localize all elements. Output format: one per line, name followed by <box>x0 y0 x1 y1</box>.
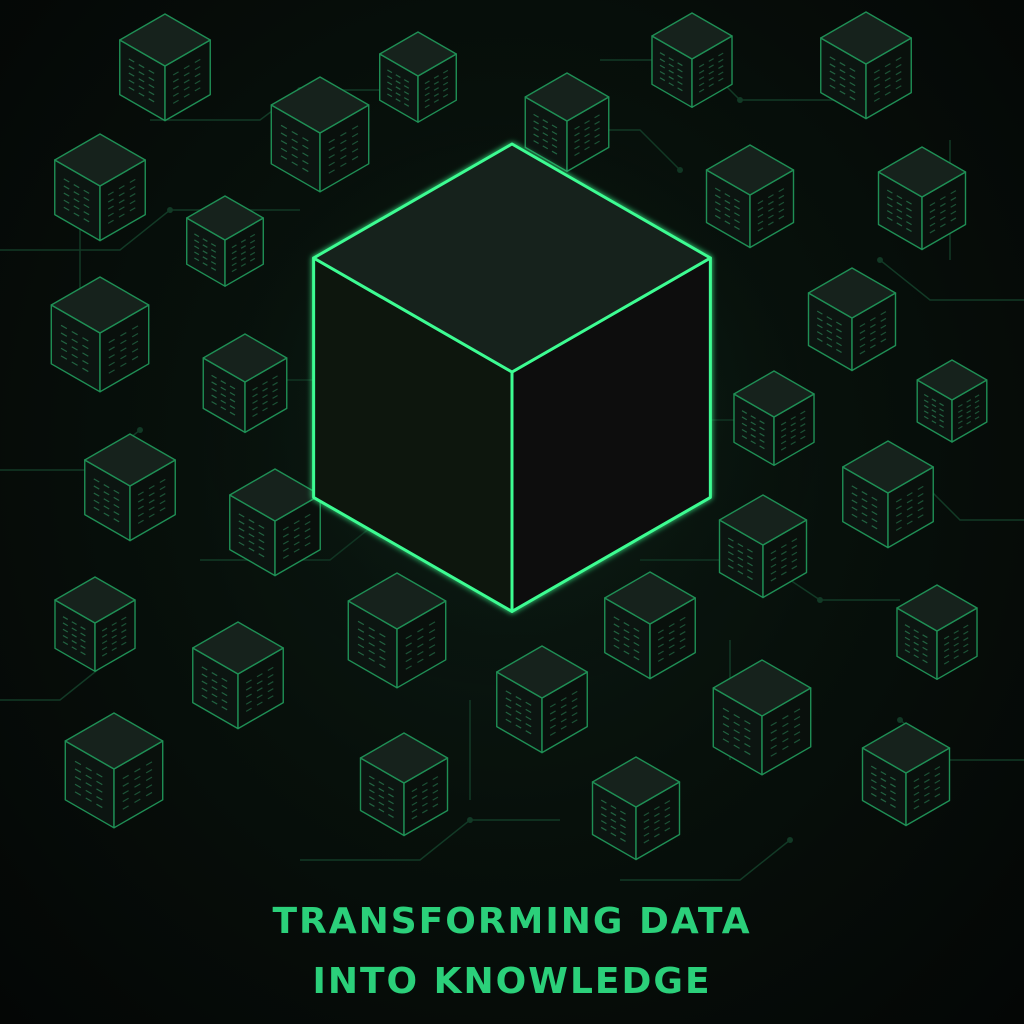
data-cube-icon <box>712 659 812 776</box>
data-cube-icon <box>84 433 176 542</box>
data-cube-icon <box>916 359 988 443</box>
circuit-trace <box>919 479 1024 521</box>
circuit-node <box>137 427 143 433</box>
headline: TRANSFORMING DATA INTO KNOWLEDGE <box>0 892 1024 1012</box>
headline-line-2: INTO KNOWLEDGE <box>312 961 712 1002</box>
data-cube-icon <box>820 11 912 120</box>
data-cube-icon <box>591 756 681 861</box>
data-cube-icon <box>54 576 136 672</box>
circuit-node <box>817 597 823 603</box>
circuit-node <box>737 97 743 103</box>
data-cube-icon <box>192 621 284 730</box>
circuit-trace <box>300 819 560 861</box>
data-cube-icon <box>842 440 934 549</box>
data-cube-icon <box>896 584 978 680</box>
data-cube-icon <box>64 712 164 829</box>
circuit-node <box>787 837 793 843</box>
data-cube-icon <box>651 12 733 109</box>
cube-network-illustration <box>0 11 1024 881</box>
circuit-trace <box>879 259 1024 301</box>
circuit-node <box>167 207 173 213</box>
data-cube-icon <box>50 276 150 393</box>
headline-line-1: TRANSFORMING DATA <box>272 901 752 942</box>
data-cube-icon <box>861 722 951 827</box>
data-cube-icon <box>877 146 967 251</box>
data-cube-icon <box>54 133 146 242</box>
data-cube-icon <box>359 732 449 837</box>
circuit-node <box>877 257 883 263</box>
poster: TRANSFORMING DATA INTO KNOWLEDGE <box>0 0 1024 1024</box>
circuit-node <box>897 717 903 723</box>
data-cube-icon <box>119 13 211 122</box>
circuit-node <box>467 817 473 823</box>
